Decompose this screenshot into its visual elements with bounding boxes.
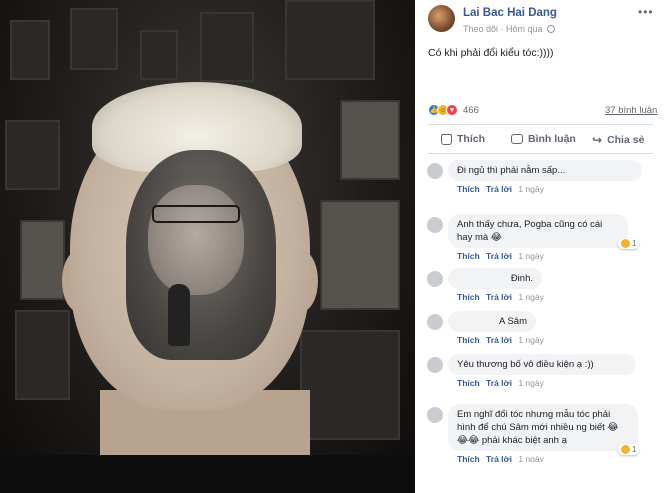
like-label: Thích: [457, 133, 485, 145]
commenter-avatar[interactable]: [427, 271, 443, 287]
post-panel: Lai Bac Hai Dang Theo dõi · Hôm qua ••• …: [415, 0, 665, 464]
comment-actions: Thích Trả lời 1 ngày: [457, 184, 642, 194]
comment-bubble: Đi ngủ thì phải nằm sấp...: [448, 160, 642, 181]
comment-label: Bình luận: [528, 133, 576, 145]
comment-item: Đi ngủ thì phải nằm sấp... Thích Trả lời…: [427, 160, 642, 194]
comment-bubble: A Sâm: [448, 311, 536, 332]
comment-reaction-count: 1: [632, 445, 637, 454]
comment-time[interactable]: 1 ngày: [518, 292, 544, 302]
comment-like-link[interactable]: Thích: [457, 378, 480, 388]
post-meta: Theo dõi · Hôm qua: [463, 24, 556, 34]
comment-text: A Sâm: [499, 316, 527, 327]
comment-text: Đi ngủ thì phải nằm sấp...: [457, 165, 566, 176]
wall-frame: [15, 310, 70, 400]
share-button[interactable]: ↪ Chia sẻ: [592, 133, 644, 147]
comment-actions: Thích Trả lời 1 ngày: [457, 251, 628, 261]
comment-actions: Thích Trả lời 1 ngày: [457, 378, 636, 388]
comment-reply-link[interactable]: Trả lời: [486, 184, 512, 194]
comment-like-link[interactable]: Thích: [457, 184, 480, 194]
love-reaction-icon: ♥: [446, 104, 458, 116]
commenter-avatar[interactable]: [427, 217, 443, 233]
commenter-avatar[interactable]: [427, 407, 443, 423]
comment-text: Đinh.: [510, 273, 533, 284]
post-time[interactable]: Hôm qua: [506, 24, 543, 34]
portrait-microphone: [168, 284, 190, 346]
author-avatar[interactable]: [428, 5, 455, 32]
comment-item: Yêu thương bố vô điều kiện ạ :)) Thích T…: [427, 354, 636, 388]
comments-count-link[interactable]: 37 bình luận: [605, 105, 657, 116]
wall-frame: [320, 200, 400, 310]
post-photo[interactable]: [0, 0, 415, 493]
panel-bottom: [415, 462, 665, 493]
like-button[interactable]: Thích: [441, 133, 485, 145]
portrait-glasses: [152, 205, 240, 223]
reaction-count: 466: [463, 104, 479, 116]
comment-item: Đinh. Thích Trả lời 1 ngày: [427, 268, 544, 302]
haha-reaction-icon: [621, 239, 630, 248]
comment-reply-link[interactable]: Trả lời: [486, 251, 512, 261]
comment-reaction-count: 1: [632, 239, 637, 248]
wall-frame: [20, 220, 65, 300]
comment-text: Anh thấy chưa, Pogba cũng có cái hay mà …: [457, 219, 603, 243]
comment-text: Em nghĩ đổi tóc nhưng mẫu tóc phải hình …: [457, 409, 619, 446]
comment-bubble: Em nghĩ đổi tóc nhưng mẫu tóc phải hình …: [448, 404, 638, 451]
comment-item: Em nghĩ đổi tóc nhưng mẫu tóc phải hình …: [427, 404, 640, 464]
comment-actions: Thích Trả lời 1 ngày: [457, 292, 544, 302]
wall-frame: [300, 330, 400, 440]
wall-frame: [10, 20, 50, 80]
comment-time[interactable]: 1 ngày: [518, 184, 544, 194]
author-name[interactable]: Lai Bac Hai Dang: [463, 7, 557, 19]
divider: [428, 124, 653, 125]
share-label: Chia sẻ: [607, 134, 645, 146]
share-arrow-icon: ↪: [592, 133, 603, 147]
wall-frame: [200, 12, 254, 82]
commenter-avatar[interactable]: [427, 357, 443, 373]
wall-frame: [70, 8, 118, 70]
black-shirt: [0, 455, 415, 493]
thumbs-up-icon: [441, 133, 452, 145]
comment-bubble: Đinh.: [448, 268, 542, 289]
comment-like-link[interactable]: Thích: [457, 335, 480, 345]
comment-text: Yêu thương bố vô điều kiện ạ :)): [457, 359, 594, 370]
comment-bubble: Yêu thương bố vô điều kiện ạ :)): [448, 354, 636, 375]
globe-icon: [547, 25, 556, 33]
comment-time[interactable]: 1 ngày: [518, 251, 544, 261]
post-text: Có khi phải đổi kiểu tóc:)))): [428, 47, 554, 59]
wall-frame: [5, 120, 60, 190]
comment-item: A Sâm Thích Trả lời 1 ngày: [427, 311, 544, 345]
comment-time[interactable]: 1 ngày: [518, 335, 544, 345]
comment-actions: Thích Trả lời 1 ngày: [457, 335, 544, 345]
divider: [428, 153, 653, 154]
comment-button[interactable]: Bình luận: [511, 133, 576, 145]
commenter-avatar[interactable]: [427, 314, 443, 330]
comment-like-link[interactable]: Thích: [457, 251, 480, 261]
haha-reaction-icon: [621, 445, 630, 454]
comment-reaction[interactable]: 1: [618, 238, 640, 249]
more-options-icon[interactable]: •••: [638, 5, 654, 19]
comment-bubble: Anh thấy chưa, Pogba cũng có cái hay mà …: [448, 214, 628, 248]
wall-frame: [140, 30, 178, 80]
comment-bubble-icon: [511, 134, 523, 144]
comment-reaction[interactable]: 1: [618, 444, 640, 455]
wall-frame: [285, 0, 375, 80]
reaction-summary[interactable]: 👍 ☺ ♥ 466: [428, 103, 479, 117]
comment-reply-link[interactable]: Trả lời: [486, 378, 512, 388]
comment-reply-link[interactable]: Trả lời: [486, 335, 512, 345]
commenter-avatar[interactable]: [427, 163, 443, 179]
comment-reply-link[interactable]: Trả lời: [486, 292, 512, 302]
comment-time[interactable]: 1 ngày: [518, 378, 544, 388]
comment-like-link[interactable]: Thích: [457, 292, 480, 302]
wall-frame: [340, 100, 400, 180]
comment-item: Anh thấy chưa, Pogba cũng có cái hay mà …: [427, 214, 640, 261]
portrait-face: [148, 185, 244, 295]
follow-link[interactable]: Theo dõi: [463, 24, 498, 34]
